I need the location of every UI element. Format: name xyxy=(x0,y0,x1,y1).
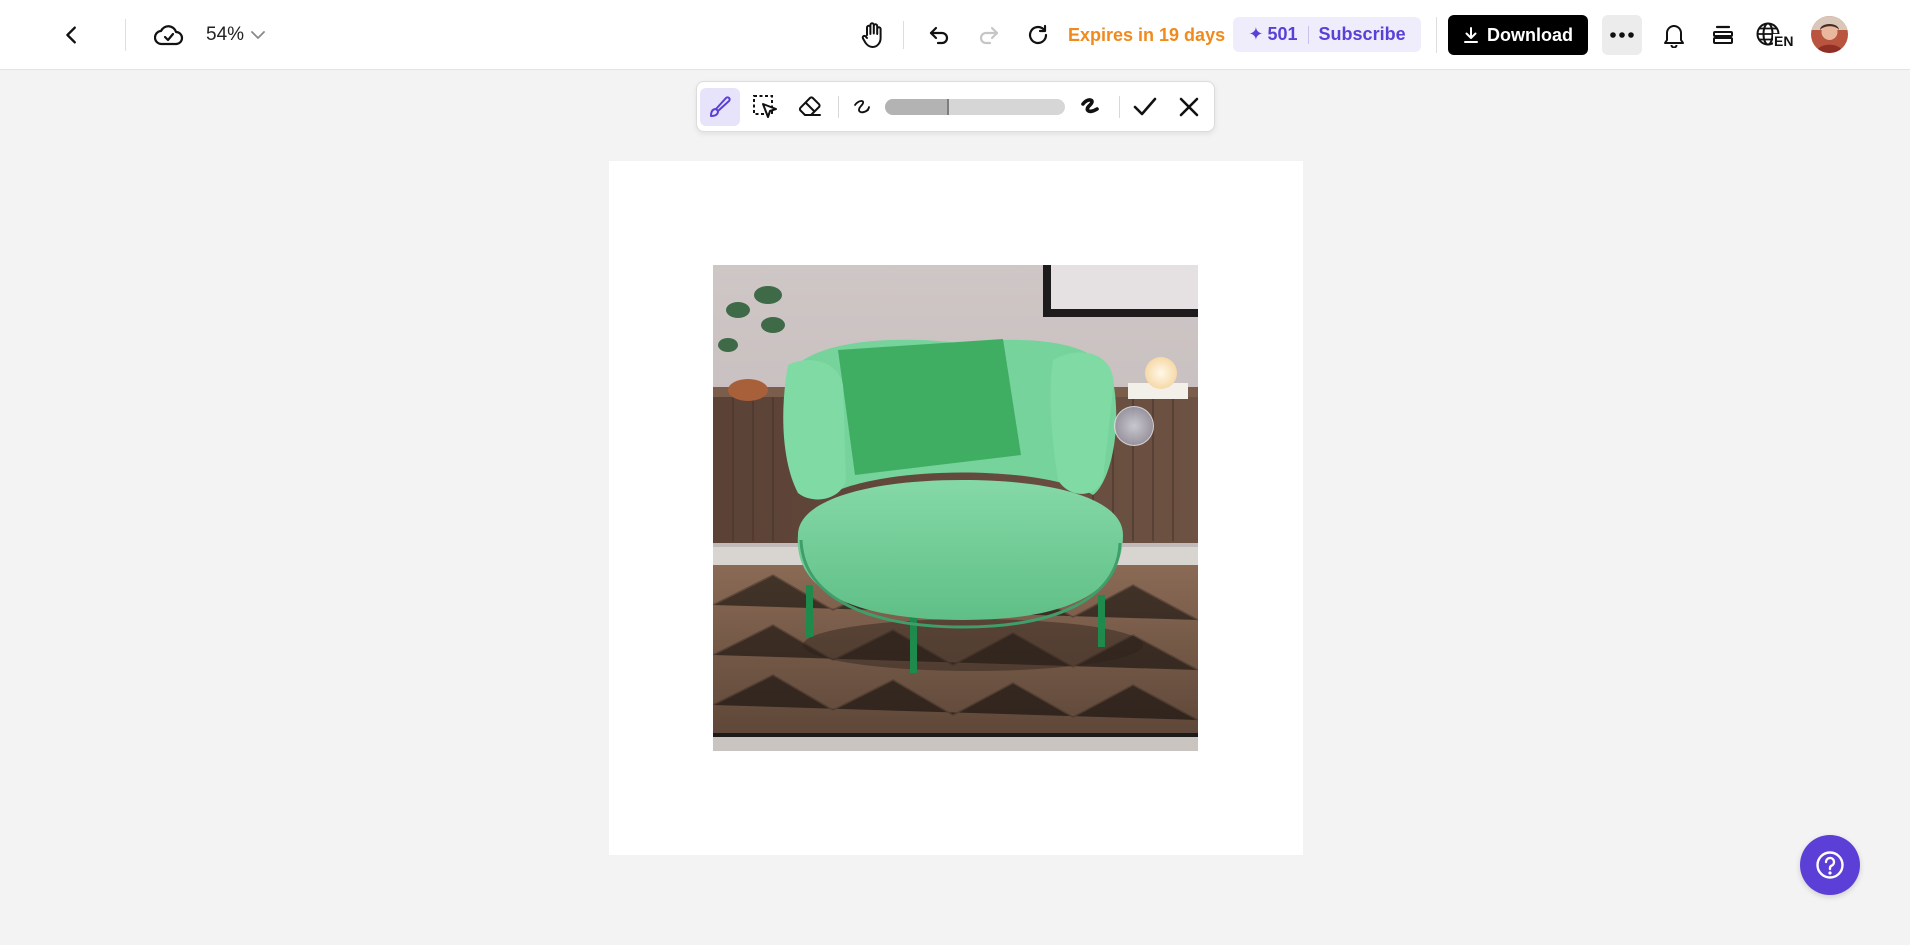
close-icon xyxy=(1179,97,1199,117)
language-code: EN xyxy=(1773,33,1795,49)
expiry-notice[interactable]: Expires in 19 days xyxy=(1068,20,1225,50)
redo-icon xyxy=(979,26,999,45)
top-bar: 54% Expires in 19 days ✦ 501 Subscribe D… xyxy=(0,0,1910,70)
download-button[interactable]: Download xyxy=(1448,15,1588,55)
more-button[interactable] xyxy=(1602,15,1642,55)
eraser-button[interactable] xyxy=(790,88,830,126)
avatar-image xyxy=(1811,16,1848,53)
chair-photo xyxy=(713,265,1198,751)
chair-image[interactable] xyxy=(713,265,1198,751)
check-icon xyxy=(1133,97,1157,116)
redo-button[interactable] xyxy=(972,18,1006,52)
more-dots-icon xyxy=(1610,32,1634,38)
brush-size-max xyxy=(1071,88,1111,126)
cloud-sync-button[interactable] xyxy=(152,18,186,52)
zoom-dropdown[interactable]: 54% xyxy=(206,20,266,50)
refresh-icon xyxy=(1028,24,1048,45)
cancel-button[interactable] xyxy=(1169,88,1209,126)
notifications-button[interactable] xyxy=(1657,18,1691,52)
divider xyxy=(903,21,904,49)
lasso-select-button[interactable] xyxy=(745,88,785,126)
layers-button[interactable] xyxy=(1706,18,1740,52)
credit-count: 501 xyxy=(1267,24,1298,44)
hand-tool-button[interactable] xyxy=(856,17,890,53)
slider-fill xyxy=(885,99,948,115)
help-button[interactable] xyxy=(1800,835,1860,895)
divider xyxy=(1307,25,1309,44)
download-icon xyxy=(1464,27,1478,43)
language-button[interactable]: EN xyxy=(1755,16,1799,54)
confirm-button[interactable] xyxy=(1125,88,1165,126)
brush-icon xyxy=(710,96,731,117)
brush-size-slider[interactable] xyxy=(885,99,1065,115)
thin-stroke-icon xyxy=(854,100,870,114)
slider-handle[interactable] xyxy=(947,99,949,115)
subscribe-link[interactable]: Subscribe xyxy=(1319,24,1406,45)
divider xyxy=(838,96,839,118)
hand-icon xyxy=(861,22,882,48)
editor-canvas[interactable] xyxy=(609,161,1303,855)
credits-badge[interactable]: ✦ 501 Subscribe xyxy=(1233,17,1421,52)
chevron-left-icon xyxy=(66,26,76,44)
thick-stroke-icon xyxy=(1081,98,1099,114)
divider xyxy=(125,19,126,51)
cloud-check-icon xyxy=(154,25,184,46)
lasso-select-icon xyxy=(753,95,777,118)
undo-icon xyxy=(929,26,949,45)
help-question-icon xyxy=(1816,851,1844,879)
stack-icon xyxy=(1713,25,1733,44)
back-button[interactable] xyxy=(56,19,88,51)
avatar[interactable] xyxy=(1811,16,1848,53)
chevron-down-icon xyxy=(251,31,265,39)
brush-cursor xyxy=(1114,406,1154,446)
divider xyxy=(1436,17,1437,53)
eraser-icon xyxy=(798,96,821,116)
divider xyxy=(1119,96,1120,118)
download-label: Download xyxy=(1487,24,1573,45)
bell-icon xyxy=(1664,25,1684,48)
zoom-value: 54% xyxy=(206,24,245,45)
brush-size-min xyxy=(842,88,882,126)
brush-tool-button[interactable] xyxy=(700,88,740,126)
refresh-button[interactable] xyxy=(1021,18,1055,52)
sparkle-icon: ✦ xyxy=(1248,24,1264,44)
undo-button[interactable] xyxy=(922,18,956,52)
inpaint-toolbar xyxy=(696,81,1215,132)
